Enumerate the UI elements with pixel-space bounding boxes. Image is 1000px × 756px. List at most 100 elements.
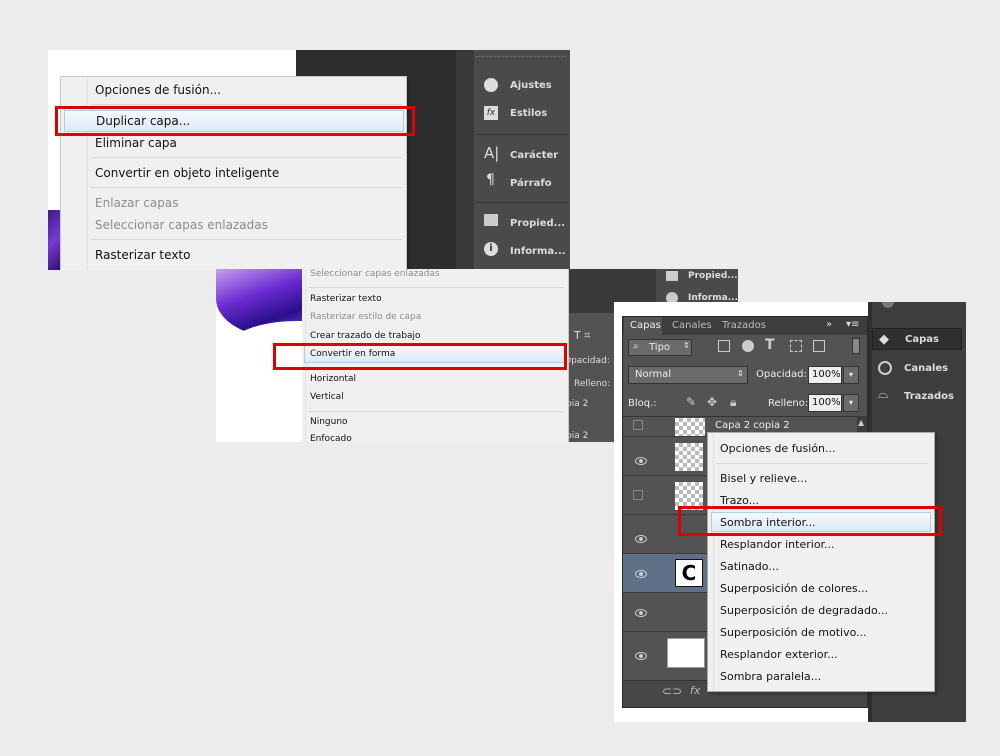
scroll-up-icon[interactable]: ▲ [858, 418, 864, 427]
side-item-label: Propied... [510, 218, 566, 229]
opacity-label: Opacidad: [756, 369, 807, 380]
menu-item-resplandor-exterior[interactable]: Resplandor exterior... [720, 648, 838, 661]
side-item-label: Informa... [510, 246, 566, 257]
paths-icon: ⌓ [878, 387, 889, 402]
side-item-ajustes[interactable]: Ajustes [482, 76, 566, 96]
filter-toggle[interactable] [852, 338, 860, 354]
blend-mode-select[interactable]: Normal ⇕ [628, 366, 748, 384]
properties-icon [484, 214, 498, 226]
opacity-input[interactable]: 100% [808, 366, 842, 384]
menu-item-crear-trazado[interactable]: Crear trazado de trabajo [310, 331, 421, 341]
menu-item-seleccionar-enlazadas: Seleccionar capas enlazadas [310, 269, 440, 279]
menu-item-enlazar-capas: Enlazar capas [95, 196, 179, 210]
tab-capas[interactable]: Capas [624, 317, 662, 335]
menu-item-opciones-fusion[interactable]: Opciones de fusión... [95, 83, 406, 97]
menu-item-superposicion-motivo[interactable]: Superposición de motivo... [720, 626, 867, 639]
menu-item-opciones-fusion[interactable]: Opciones de fusión... [720, 442, 836, 455]
effects-context-menu: Opciones de fusión... Bisel y relieve...… [707, 432, 935, 692]
lock-pixels-icon[interactable]: ✎ [686, 395, 696, 409]
fill-input[interactable]: 100% [808, 394, 842, 412]
collapse-icon[interactable]: » [826, 319, 832, 330]
side-divider [476, 202, 568, 203]
highlight-box [273, 343, 567, 370]
visibility-box[interactable] [633, 420, 643, 430]
filter-type-icon[interactable]: T [765, 337, 775, 353]
eye-icon[interactable] [635, 652, 647, 660]
menu-item-convertir-objeto[interactable]: Convertir en objeto inteligente [95, 166, 406, 180]
panel-menu-icon[interactable]: ▾≡ [846, 319, 859, 330]
lock-all-icon[interactable]: 🔒︎ [730, 395, 736, 410]
tab-canales[interactable]: Canales [672, 320, 712, 331]
layer-thumbnail [667, 638, 705, 668]
menu-item-resplandor-interior[interactable]: Resplandor interior... [720, 538, 835, 551]
menu-item-vertical[interactable]: Vertical [310, 392, 344, 402]
side-item-parrafo[interactable]: ¶ Párrafo [482, 172, 566, 192]
layer-name: Capa 2 copia 2 [715, 420, 790, 431]
filter-adjust-icon[interactable] [742, 340, 754, 352]
menu-item-rasterizar-texto[interactable]: Rasterizar texto [95, 248, 406, 262]
menu-separator [91, 239, 402, 240]
filter-smart-icon[interactable] [813, 340, 825, 352]
opacity-dropdown[interactable]: ▾ [843, 366, 859, 384]
filter-pixel-icon[interactable] [718, 340, 730, 352]
opacity-label: Opacidad: [564, 356, 610, 366]
side-item-label: Estilos [510, 108, 548, 119]
menu-item-bisel-relieve[interactable]: Bisel y relieve... [720, 472, 807, 485]
side-item-informacion[interactable]: i Informa... [482, 240, 566, 260]
menu-separator [308, 287, 564, 288]
menu-item-satinado[interactable]: Satinado... [720, 560, 779, 573]
layer-fragment: pia 2 [566, 399, 589, 409]
side-item-propiedades[interactable]: Propied... [482, 212, 566, 232]
type-icon: T ⌗ [574, 329, 591, 342]
filter-shape-icon[interactable] [790, 340, 802, 352]
fill-label: Relleno: [768, 398, 809, 409]
menu-separator [716, 463, 928, 464]
menu-item-rasterizar-estilo: Rasterizar estilo de capa [310, 312, 422, 322]
visibility-box[interactable] [633, 490, 643, 500]
adjustments-icon [484, 78, 498, 92]
menu-item-enfocado[interactable]: Enfocado [310, 434, 352, 442]
tab-trazados[interactable]: Trazados [722, 320, 766, 331]
side-panel [456, 50, 474, 270]
styles-icon: fx [484, 106, 498, 120]
menu-item-ninguno[interactable]: Ninguno [310, 417, 348, 427]
eye-icon[interactable] [635, 535, 647, 543]
side-item-trazados[interactable]: ⌓ Trazados [872, 386, 962, 408]
side-item-estilos[interactable]: fx Estilos [482, 104, 566, 124]
paragraph-icon: ¶ [486, 172, 495, 188]
menu-item-eliminar-capa[interactable]: Eliminar capa [95, 136, 406, 150]
menu-item-sombra-paralela[interactable]: Sombra paralela... [720, 670, 821, 683]
lock-position-icon[interactable]: ✥ [707, 395, 717, 409]
properties-icon [666, 271, 678, 281]
search-icon: ⌕ [633, 341, 639, 352]
info-icon: i [484, 242, 498, 256]
highlight-box [55, 106, 415, 136]
layers-icon: ◆ [879, 332, 889, 347]
fx-icon[interactable]: fx [690, 684, 700, 697]
layer-thumbnail: C [675, 559, 703, 587]
menu-item-horizontal[interactable]: Horizontal [310, 374, 356, 384]
side-item-label: Ajustes [510, 80, 552, 91]
highlight-box [678, 506, 942, 536]
eye-icon[interactable] [635, 570, 647, 578]
side-item-label: Carácter [510, 150, 559, 161]
menu-item-superposicion-degradado[interactable]: Superposición de degradado... [720, 604, 888, 617]
screenshot-3: ◆ Capas Canales ⌓ Trazados Capas Canales… [614, 302, 966, 722]
filter-select[interactable]: ⌕ Tipo ⇕ [628, 339, 692, 356]
side-item-caracter[interactable]: A| Carácter [482, 144, 566, 164]
fill-dropdown[interactable]: ▾ [843, 394, 859, 412]
menu-separator [91, 187, 402, 188]
screenshot-1: Ajustes fx Estilos A| Carácter ¶ Párrafo… [48, 50, 570, 270]
menu-separator [91, 157, 402, 158]
side-item-capas[interactable]: ◆ Capas [872, 328, 962, 350]
character-icon: A| [484, 144, 500, 162]
menu-item-superposicion-colores[interactable]: Superposición de colores... [720, 582, 868, 595]
side-item-propiedades[interactable]: Propied... [666, 269, 738, 285]
link-layers-icon[interactable]: ⊂⊃ [662, 684, 682, 698]
side-item-canales[interactable]: Canales [872, 358, 962, 380]
eye-icon[interactable] [635, 609, 647, 617]
lock-transparency-icon[interactable] [666, 398, 677, 409]
channels-icon [878, 361, 892, 375]
menu-item-rasterizar-texto[interactable]: Rasterizar texto [310, 294, 382, 304]
eye-icon[interactable] [635, 457, 647, 465]
